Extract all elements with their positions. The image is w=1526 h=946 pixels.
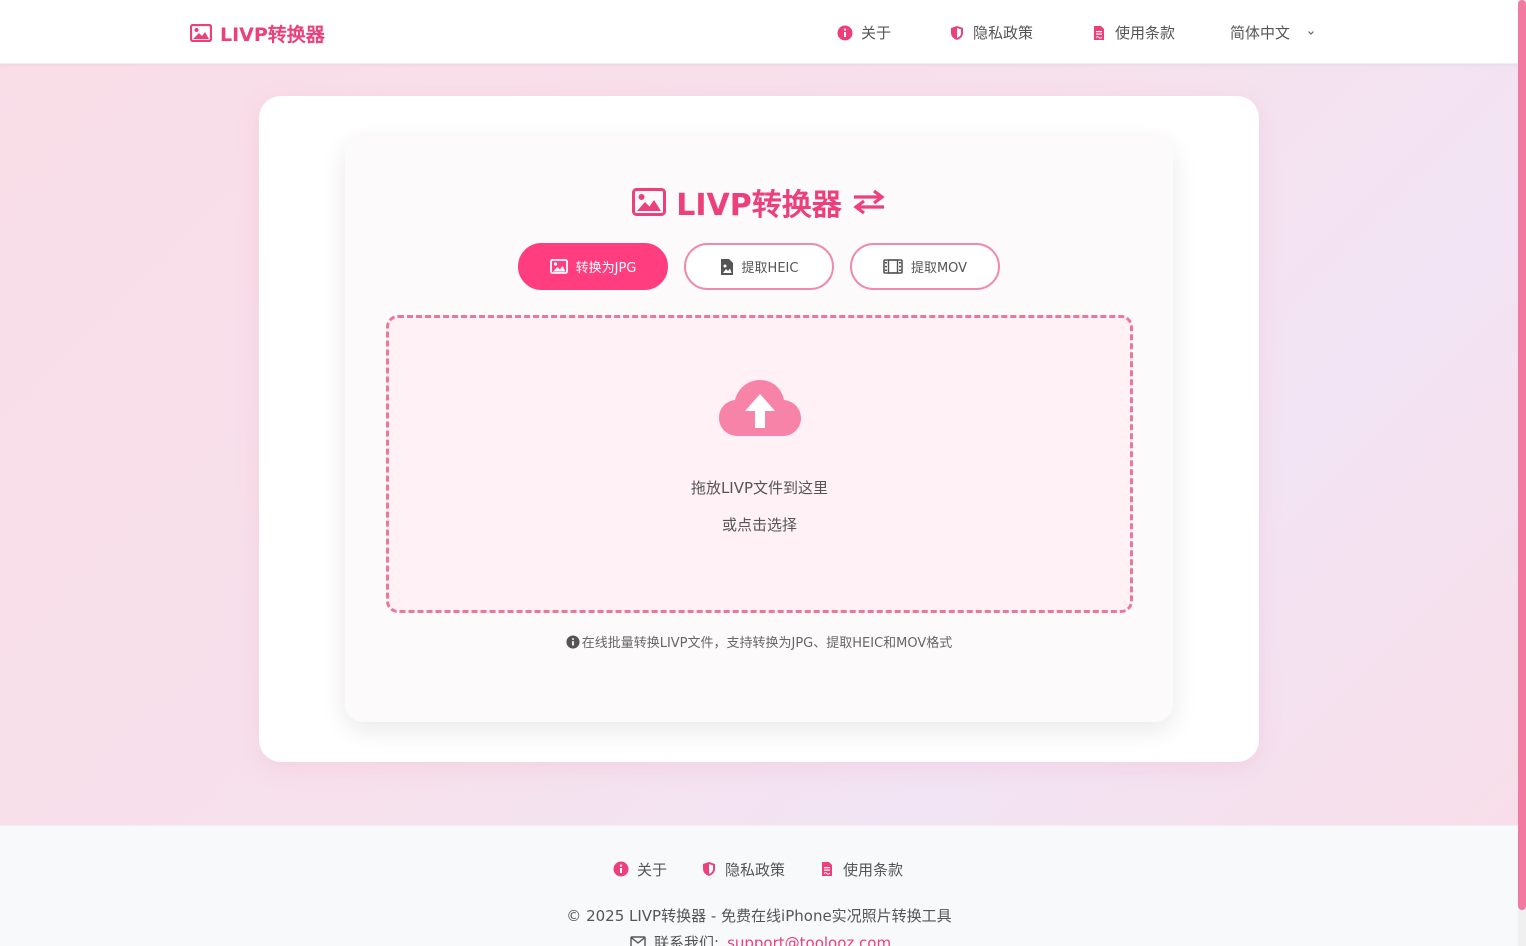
nav-about-label: 关于 [861, 24, 892, 42]
cloud-upload-icon [719, 380, 801, 436]
scrollbar-thumb[interactable] [1518, 0, 1526, 910]
dropzone-subtitle: 或点击选择 [721, 516, 797, 534]
page-title: LIVP转换器 [345, 180, 1173, 224]
info-circle-icon [613, 861, 629, 877]
tab-convert-jpg[interactable]: 转换为JPG [518, 243, 668, 290]
nav-about[interactable]: 关于 [837, 22, 891, 43]
top-navbar: LIVP转换器 关于 隐私政策 使用条款 简体中文 [0, 0, 1518, 64]
footer-link-privacy[interactable]: 隐私政策 [701, 859, 785, 879]
language-label: 简体中文 [1230, 24, 1291, 42]
film-icon [883, 259, 903, 274]
contact-label: 联系我们: [654, 934, 720, 946]
envelope-icon [630, 936, 646, 946]
file-contract-icon [1094, 25, 1104, 40]
footer [0, 825, 1518, 946]
dropzone-title: 拖放LIVP文件到这里 [690, 479, 829, 497]
tab-label: 提取MOV [910, 261, 968, 276]
footer-copyright: © 2025 LIVP转换器 - 免费在线iPhone实况照片转换工具 [566, 907, 952, 925]
footer-privacy-label: 隐私政策 [725, 860, 786, 879]
language-select[interactable]: 简体中文 [1230, 22, 1316, 43]
nav-privacy-label: 隐私政策 [973, 24, 1034, 42]
shield-icon [703, 862, 715, 876]
info-circle-icon [566, 634, 580, 649]
exchange-arrows-icon [853, 189, 885, 215]
nav-privacy[interactable]: 隐私政策 [949, 22, 1033, 43]
footer-contact: 联系我们: support@toolooz.com [630, 932, 891, 946]
info-note: 在线批量转换LIVP文件，支持转换为JPG、提取HEIC和MOV格式 [345, 632, 1173, 651]
info-circle-icon [837, 25, 853, 40]
shield-icon [951, 25, 963, 40]
image-icon [190, 24, 212, 42]
tab-label: 转换为JPG [575, 261, 637, 276]
title-text: LIVP转换器 [676, 188, 842, 223]
file-dropzone[interactable] [386, 315, 1133, 613]
footer-terms-label: 使用条款 [843, 860, 904, 879]
footer-link-terms[interactable]: 使用条款 [819, 859, 903, 879]
chevron-down-icon [1308, 30, 1314, 35]
nav-terms-label: 使用条款 [1115, 24, 1176, 42]
file-image-icon [720, 258, 733, 275]
image-icon [549, 259, 568, 274]
contact-email-link[interactable]: support@toolooz.com [727, 934, 891, 946]
footer-link-about[interactable]: 关于 [613, 859, 667, 879]
tab-label: 提取HEIC [741, 261, 799, 276]
tab-extract-mov[interactable]: 提取MOV [850, 243, 1000, 290]
tab-extract-heic[interactable]: 提取HEIC [684, 243, 834, 290]
brand-name: LIVP转换器 [220, 23, 325, 46]
brand-logo[interactable]: LIVP转换器 [190, 20, 325, 46]
conversion-tabs: 转换为JPG 提取HEIC 提取MOV [518, 243, 1000, 290]
info-text: 在线批量转换LIVP文件，支持转换为JPG、提取HEIC和MOV格式 [581, 636, 953, 651]
image-icon [632, 188, 667, 216]
file-contract-icon [822, 862, 832, 876]
nav-terms[interactable]: 使用条款 [1091, 22, 1175, 43]
footer-about-label: 关于 [637, 860, 668, 879]
